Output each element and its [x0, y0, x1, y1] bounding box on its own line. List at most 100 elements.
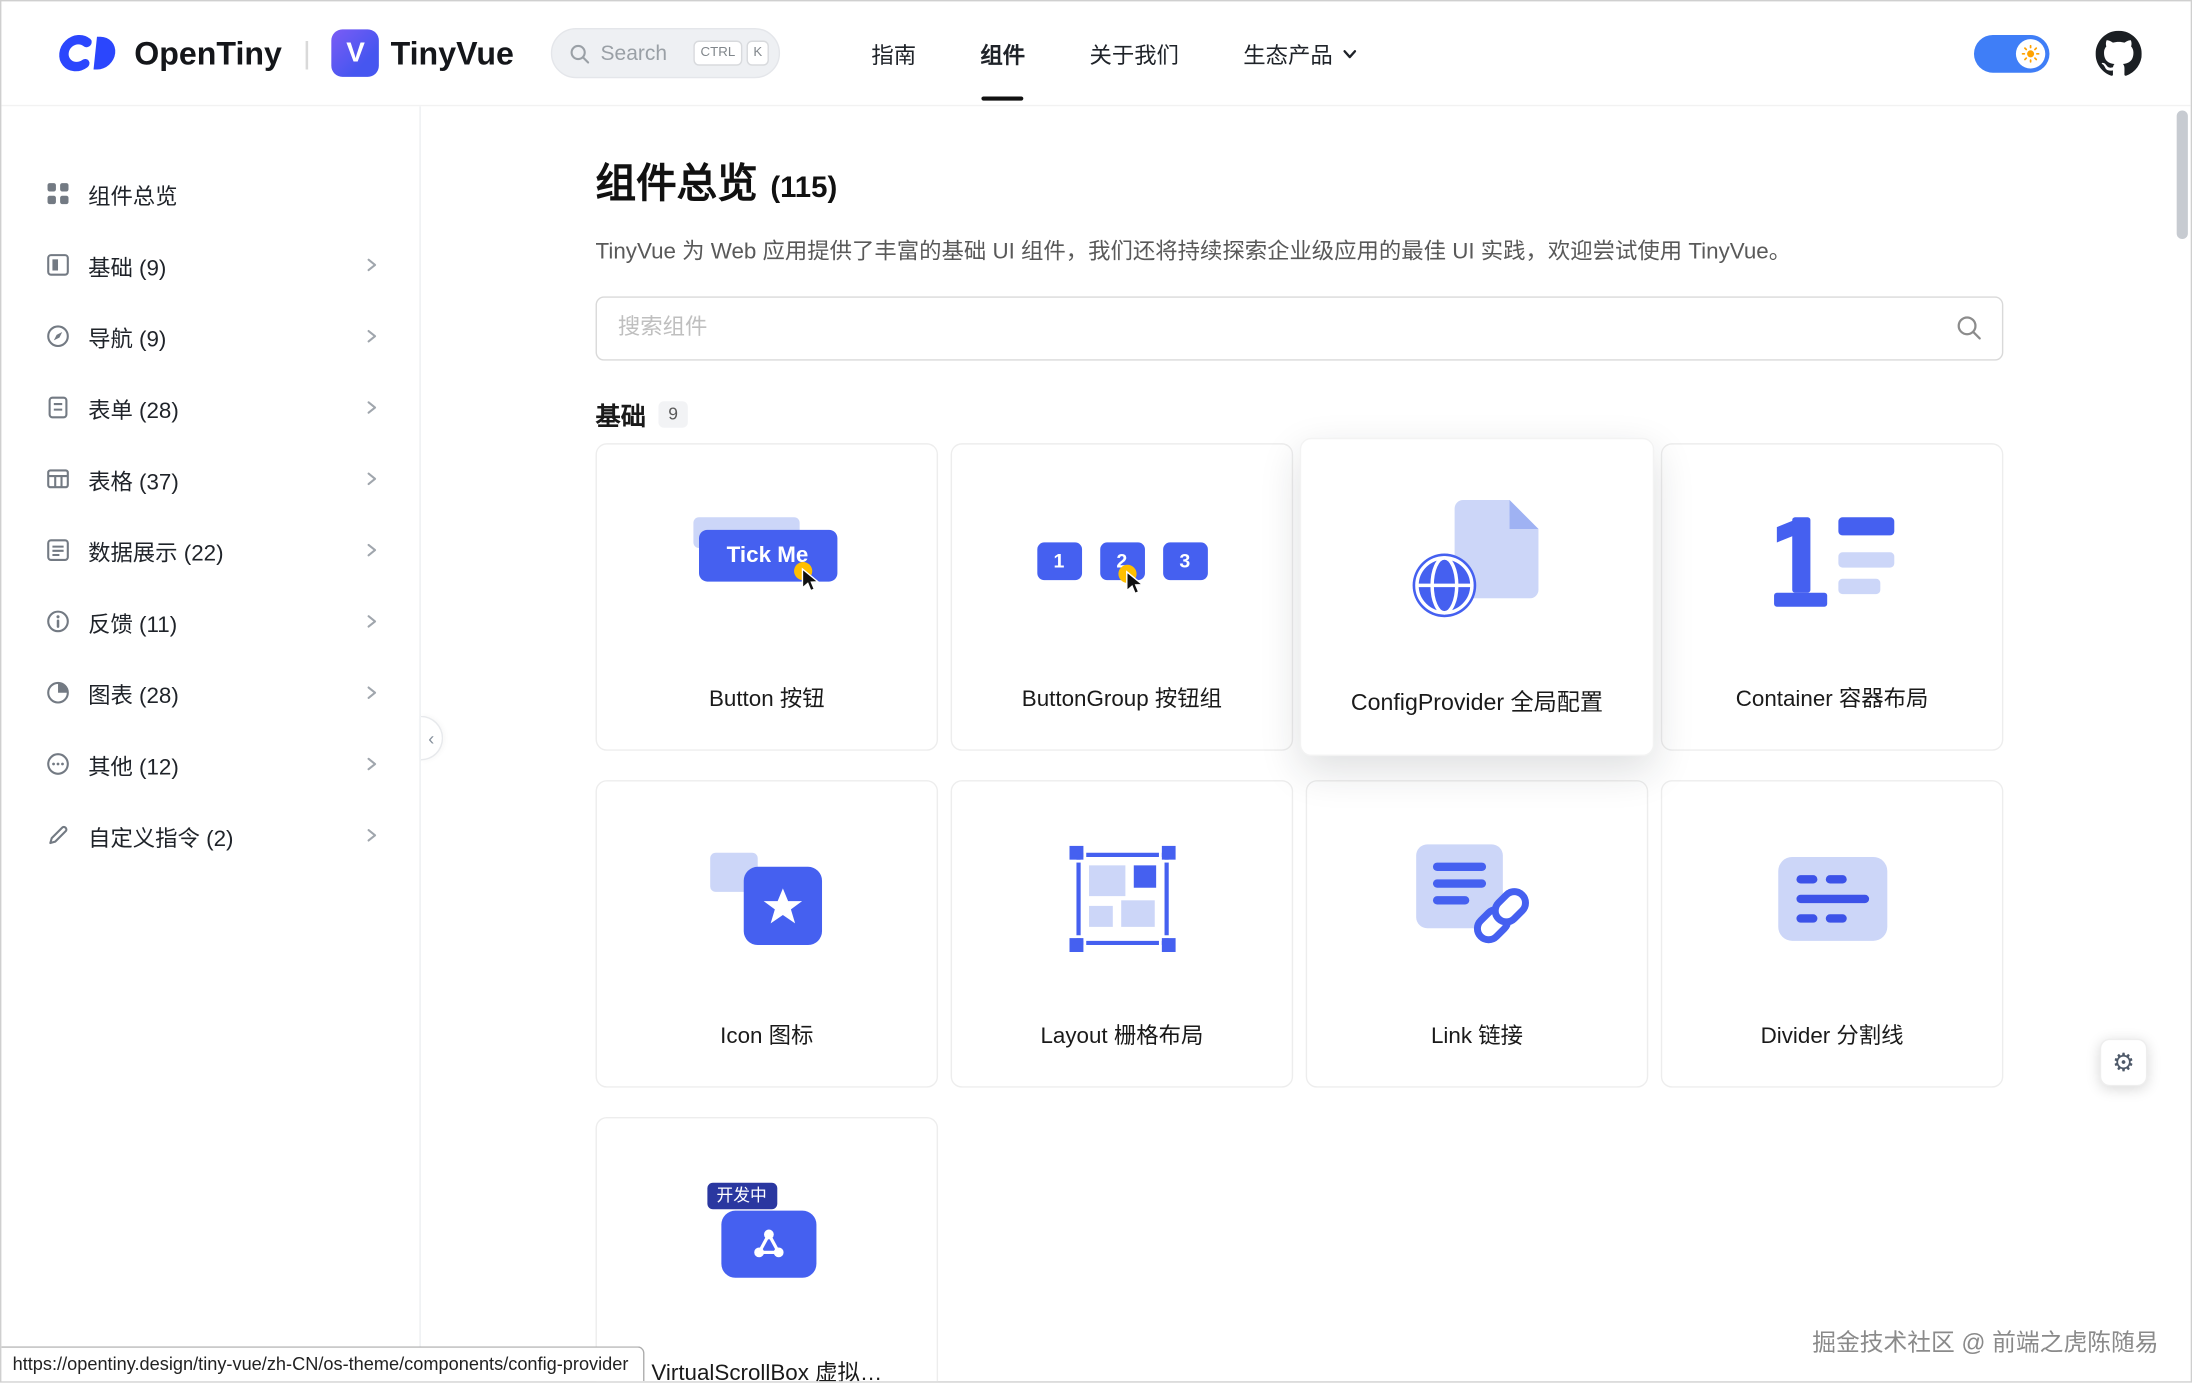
card-label: Icon 图标	[720, 1016, 813, 1050]
chevron-right-icon	[362, 541, 380, 559]
theme-toggle[interactable]	[1974, 34, 2049, 72]
layout-illustration-icon	[952, 781, 1292, 1016]
sidebar-item-chart[interactable]: 图表 (28)	[1, 657, 419, 728]
theme-toggle-knob	[2016, 38, 2045, 67]
link-illustration-icon	[1307, 781, 1647, 1016]
page-title: 组件总览 (115)	[596, 159, 2004, 214]
card-link[interactable]: Link 链接	[1306, 780, 1649, 1088]
compass-icon	[46, 324, 70, 348]
header-search[interactable]: Search CTRL K	[550, 28, 780, 78]
share-nodes-icon	[749, 1225, 788, 1264]
divider-illustration-icon	[1662, 781, 2002, 1016]
card-label: Layout 栅格布局	[1040, 1016, 1203, 1050]
sidebar-item-custom-directives[interactable]: 自定义指令 (2)	[1, 800, 419, 871]
section-title: 基础	[596, 396, 646, 432]
gear-icon: ⚙	[2112, 1048, 2135, 1077]
chevron-right-icon	[362, 327, 380, 345]
nav-item-components[interactable]: 组件	[948, 1, 1057, 104]
overview-grid-icon	[46, 182, 70, 206]
primary-nav: 指南 组件 关于我们 生态产品	[839, 1, 1391, 104]
sidebar-item-label: 基础 (9)	[88, 248, 362, 282]
card-label: Link 链接	[1431, 1016, 1523, 1050]
cube-icon	[46, 253, 70, 277]
status-url-bubble: https://opentiny.design/tiny-vue/zh-CN/o…	[1, 1346, 643, 1381]
container-illustration-icon	[1662, 445, 2002, 680]
app-root: OpenTiny | V TinyVue Search CTRL K 指南 组件…	[0, 0, 2192, 1383]
brand-area: OpenTiny | V TinyVue	[50, 29, 514, 77]
chevron-right-icon	[362, 684, 380, 702]
sidebar-item-other[interactable]: 其他 (12)	[1, 728, 419, 799]
table-icon	[46, 467, 70, 491]
sidebar-item-label: 图表 (28)	[88, 676, 362, 710]
chevron-left-icon: ‹	[428, 728, 434, 749]
config-provider-illustration-icon	[1301, 439, 1653, 682]
header-search-placeholder: Search	[601, 41, 667, 65]
card-button[interactable]: Tick Me Button 按钮	[596, 443, 939, 751]
opentiny-logo-icon[interactable]	[50, 34, 123, 73]
card-config-provider[interactable]: ConfigProvider 全局配置	[1300, 438, 1654, 756]
main-content: 组件总览 (115) TinyVue 为 Web 应用提供了丰富的基础 UI 组…	[421, 106, 2191, 1381]
component-search	[596, 296, 2004, 360]
chain-link-icon	[1466, 881, 1536, 958]
star-icon	[761, 886, 803, 925]
card-label: ButtonGroup 按钮组	[1022, 679, 1222, 713]
chevron-right-icon	[362, 398, 380, 416]
pie-chart-icon	[46, 681, 70, 705]
globe-icon	[1410, 552, 1477, 626]
nav-item-ecosystem-label: 生态产品	[1243, 36, 1332, 70]
search-icon[interactable]	[1956, 315, 1983, 349]
group-button-3: 3	[1162, 542, 1207, 580]
sidebar-item-table[interactable]: 表格 (37)	[1, 443, 419, 514]
nav-item-guide[interactable]: 指南	[839, 1, 948, 104]
pen-icon	[46, 823, 70, 847]
icon-illustration-icon	[597, 781, 937, 1016]
component-grid: Tick Me Button 按钮 1 2	[596, 443, 2004, 1381]
card-label: Divider 分割线	[1761, 1016, 1904, 1050]
chevron-right-icon	[362, 826, 380, 844]
cursor-pointer-icon	[1118, 564, 1152, 598]
chevron-right-icon	[362, 256, 380, 274]
brand-divider: |	[303, 35, 311, 71]
card-label: ConfigProvider 全局配置	[1351, 682, 1603, 717]
sidebar-item-feedback[interactable]: 反馈 (11)	[1, 586, 419, 657]
github-icon[interactable]	[2096, 30, 2142, 76]
watermark-text: 掘金技术社区 @ 前端之虎陈随易	[1812, 1323, 2158, 1358]
sidebar-item-navigation[interactable]: 导航 (9)	[1, 301, 419, 372]
top-navbar: OpenTiny | V TinyVue Search CTRL K 指南 组件…	[1, 1, 2190, 106]
nav-item-components-label: 组件	[980, 36, 1025, 70]
kbd-ctrl: CTRL	[694, 41, 743, 65]
card-virtual-scroll-box[interactable]: 开发中 VirtualScrollBox 虚拟…	[596, 1117, 939, 1381]
settings-fab[interactable]: ⚙	[2100, 1039, 2148, 1087]
card-button-group[interactable]: 1 2 3 ButtonGroup 按钮组	[951, 443, 1294, 751]
ellipsis-circle-icon	[46, 752, 70, 776]
sidebar-item-label: 导航 (9)	[88, 319, 362, 353]
section-header: 基础 9	[596, 397, 2004, 432]
nav-item-about[interactable]: 关于我们	[1057, 1, 1211, 104]
tinyvue-wordmark[interactable]: TinyVue	[391, 34, 514, 72]
sidebar-item-data-display[interactable]: 数据展示 (22)	[1, 514, 419, 585]
page-subtitle: TinyVue 为 Web 应用提供了丰富的基础 UI 组件，我们还将持续探索企…	[596, 236, 2004, 270]
kbd-k: K	[746, 41, 769, 65]
card-container[interactable]: Container 容器布局	[1661, 443, 2004, 751]
header-right	[1974, 30, 2142, 76]
card-icon[interactable]: Icon 图标	[596, 780, 939, 1088]
sidebar-item-label: 表格 (37)	[88, 462, 362, 496]
card-layout[interactable]: Layout 栅格布局	[951, 780, 1294, 1088]
group-button-1: 1	[1037, 542, 1082, 580]
sidebar-item-form[interactable]: 表单 (28)	[1, 372, 419, 443]
sun-icon	[2022, 44, 2040, 62]
sidebar-item-label: 表单 (28)	[88, 391, 362, 425]
tinyvue-logo-icon[interactable]: V	[332, 29, 380, 77]
vertical-scrollbar-thumb[interactable]	[2177, 110, 2188, 239]
sidebar-item-base[interactable]: 基础 (9)	[1, 229, 419, 300]
sidebar-item-overview[interactable]: 组件总览	[1, 158, 419, 229]
sidebar-item-label: 组件总览	[88, 177, 380, 211]
chevron-down-icon	[1341, 44, 1359, 62]
card-divider[interactable]: Divider 分割线	[1661, 780, 2004, 1088]
info-circle-icon	[46, 610, 70, 634]
nav-item-ecosystem[interactable]: 生态产品	[1211, 1, 1391, 104]
opentiny-wordmark[interactable]: OpenTiny	[134, 34, 282, 72]
card-label: Container 容器布局	[1736, 679, 1929, 713]
page-title-text: 组件总览	[596, 159, 758, 209]
component-search-input[interactable]	[596, 296, 2004, 360]
